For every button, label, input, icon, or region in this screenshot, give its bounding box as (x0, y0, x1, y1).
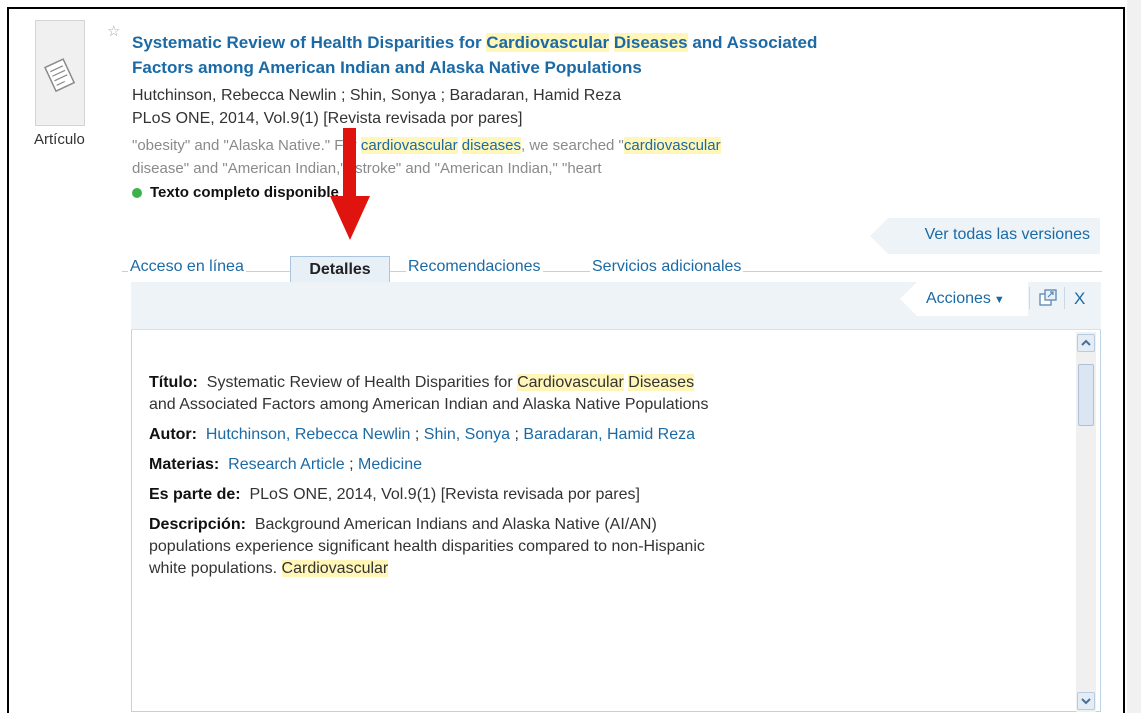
detail-subjects-row: Materias: Research Article ; Medicine (149, 456, 423, 473)
actions-menu[interactable]: Acciones ▼ (926, 290, 1005, 308)
tab-additional-services[interactable]: Servicios adicionales (590, 258, 744, 276)
detail-title-row: Título: Systematic Review of Health Disp… (149, 374, 709, 413)
detail-part-of-label: Es parte de: (149, 486, 241, 503)
popout-window-icon[interactable] (1038, 288, 1058, 308)
detail-title-label: Título: (149, 374, 198, 391)
window-edge (1127, 0, 1141, 713)
toolbar-separator (1064, 287, 1065, 309)
record-authors: Hutchinson, Rebecca Newlin ; Shin, Sonya… (132, 87, 622, 104)
details-content: Título: Systematic Review of Health Disp… (149, 372, 709, 588)
author-link[interactable]: Baradaran, Hamid Reza (523, 426, 695, 443)
author-link[interactable]: Hutchinson, Rebecca Newlin (206, 426, 411, 443)
article-type-thumbnail (35, 20, 85, 126)
subject-link[interactable]: Research Article (228, 456, 345, 473)
subject-link[interactable]: Medicine (358, 456, 422, 473)
tab-recommendations[interactable]: Recomendaciones (406, 258, 543, 276)
detail-part-of-row: Es parte de: PLoS ONE, 2014, Vol.9(1) [R… (149, 486, 640, 503)
author-link[interactable]: Shin, Sonya (424, 426, 510, 443)
detail-author-label: Autor: (149, 426, 197, 443)
availability-status: Texto completo disponible (132, 184, 339, 201)
scroll-thumb[interactable] (1078, 364, 1094, 426)
record-source: PLoS ONE, 2014, Vol.9(1) [Revista revisa… (132, 110, 523, 127)
detail-description-label: Descripción: (149, 516, 246, 533)
document-icon (44, 58, 76, 93)
all-versions-tab[interactable]: Ver todas las versiones (870, 218, 1100, 254)
record-title[interactable]: Systematic Review of Health Disparities … (132, 30, 892, 80)
detail-subjects-label: Materias: (149, 456, 220, 473)
toolbar-separator (1029, 287, 1030, 309)
chevron-down-icon: ▼ (993, 294, 1005, 306)
chevron-up-icon (1081, 339, 1091, 346)
search-highlight[interactable]: Diseases (613, 33, 688, 52)
search-highlight[interactable]: Cardiovascular (486, 33, 610, 52)
scroll-up-button[interactable] (1077, 334, 1095, 352)
detail-description-row: Descripción: Background American Indians… (149, 516, 705, 577)
red-arrow-annotation (330, 128, 370, 240)
available-dot-icon (132, 188, 142, 199)
close-icon[interactable]: X (1074, 289, 1085, 309)
star-icon[interactable]: ☆ (107, 24, 120, 39)
chevron-down-icon (1081, 698, 1091, 705)
tab-online-access[interactable]: Acceso en línea (128, 258, 246, 276)
record-snippet: "obesity" and "Alaska Native." For cardi… (132, 137, 721, 177)
scroll-down-button[interactable] (1077, 692, 1095, 710)
record-type-label: Artículo (34, 131, 85, 148)
detail-author-row: Autor: Hutchinson, Rebecca Newlin ; Shin… (149, 426, 696, 443)
all-versions-link[interactable]: Ver todas las versiones (925, 226, 1090, 244)
tab-details[interactable]: Detalles (290, 256, 390, 282)
